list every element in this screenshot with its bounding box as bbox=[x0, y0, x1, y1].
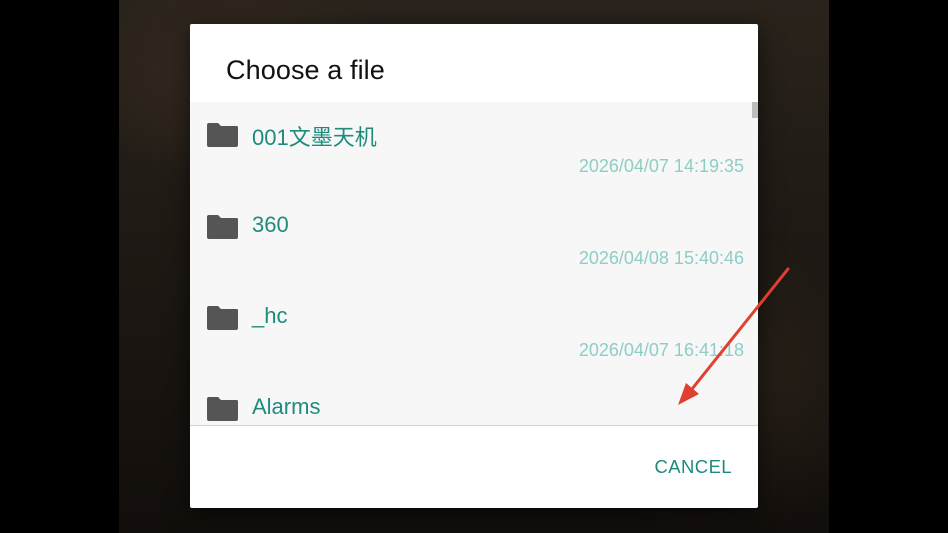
file-name: 360 bbox=[252, 212, 289, 237]
file-list-item[interactable]: 001文墨天机 2026/04/07 14:19:35 bbox=[190, 102, 758, 194]
folder-icon bbox=[207, 123, 238, 147]
folder-icon bbox=[207, 397, 238, 421]
file-date: 2026/04/08 15:40:46 bbox=[578, 248, 744, 268]
file-list-item[interactable]: Alarms bbox=[190, 377, 758, 426]
divider bbox=[190, 425, 758, 426]
folder-icon bbox=[207, 215, 238, 239]
file-date: 2026/04/07 14:19:35 bbox=[578, 156, 744, 176]
file-list[interactable]: 001文墨天机 2026/04/07 14:19:35 360 2026/04/… bbox=[190, 102, 758, 426]
folder-icon bbox=[207, 306, 238, 330]
dialog-title: Choose a file bbox=[226, 55, 385, 85]
file-name: Alarms bbox=[252, 394, 321, 419]
cancel-button[interactable]: CANCEL bbox=[643, 450, 744, 484]
scrollbar-thumb[interactable] bbox=[752, 102, 758, 118]
file-list-item[interactable]: 360 2026/04/08 15:40:46 bbox=[190, 194, 758, 286]
file-date: 2026/04/07 16:41:18 bbox=[578, 340, 744, 360]
file-list-item[interactable]: _hc 2026/04/07 16:41:18 bbox=[190, 286, 758, 378]
file-chooser-dialog: Choose a file 001文墨天机 2026/04/07 14:19:3… bbox=[190, 24, 758, 508]
file-name: _hc bbox=[252, 303, 288, 328]
file-name: 001文墨天机 bbox=[252, 125, 377, 150]
